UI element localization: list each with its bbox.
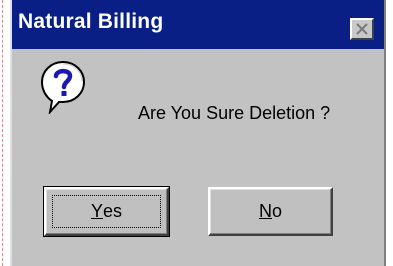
yes-label-rest: es (103, 201, 123, 221)
yes-accelerator: Y (90, 201, 103, 221)
no-button[interactable]: No (208, 187, 333, 236)
no-accelerator: N (258, 201, 272, 221)
screen: Natural Billing Are You Sure Deletion ? … (0, 0, 393, 266)
guide-line (2, 0, 3, 266)
no-label-rest: o (271, 201, 282, 221)
message-dialog: Natural Billing Are You Sure Deletion ? … (10, 0, 386, 266)
yes-button[interactable]: Yes (43, 186, 170, 237)
window-title: Natural Billing (18, 10, 164, 33)
question-icon (40, 60, 86, 114)
confirmation-message: Are You Sure Deletion ? (138, 103, 331, 123)
title-bar[interactable]: Natural Billing (12, 0, 384, 49)
close-icon (356, 23, 368, 35)
close-button[interactable] (350, 18, 374, 40)
